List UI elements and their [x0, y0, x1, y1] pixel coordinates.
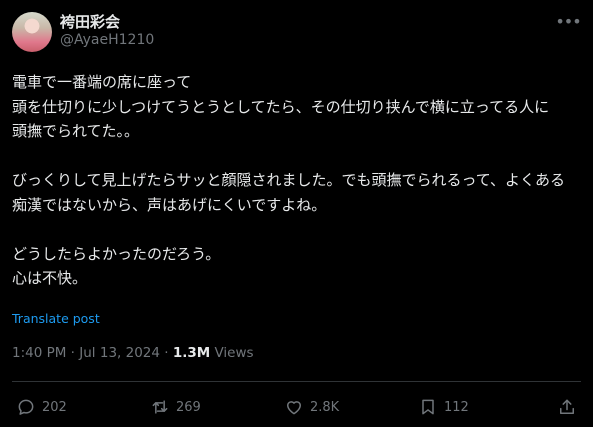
- heart-icon: [287, 401, 301, 415]
- repost-icon: [152, 400, 168, 414]
- display-name[interactable]: 袴田彩会: [60, 11, 120, 32]
- divider: [12, 381, 581, 382]
- reply-icon: [18, 399, 34, 415]
- repost-button[interactable]: 269: [150, 393, 201, 421]
- share-button[interactable]: [557, 393, 577, 421]
- like-button[interactable]: 2.8K: [284, 393, 339, 421]
- tweet-timestamp[interactable]: 1:40 PM · Jul 13, 2024: [12, 345, 160, 361]
- action-bar: 202 269 2.8K 112: [12, 393, 581, 421]
- meta-separator: ·: [159, 345, 173, 361]
- tweet-text: 電車で一番端の席に座って 頭を仕切りに少しつけてうとうとしてたら、その仕切り挟ん…: [12, 73, 566, 287]
- reply-count: 202: [42, 399, 67, 415]
- bookmark-button[interactable]: 112: [418, 393, 469, 421]
- views-count[interactable]: 1.3M: [173, 345, 210, 361]
- bookmark-count: 112: [444, 399, 469, 415]
- bookmark-icon: [422, 399, 434, 415]
- translate-post-link[interactable]: Translate post: [12, 311, 100, 326]
- more-button[interactable]: •••: [555, 10, 581, 32]
- like-count: 2.8K: [310, 399, 340, 415]
- reply-button[interactable]: 202: [16, 393, 67, 421]
- share-icon: [560, 399, 574, 414]
- repost-count: 269: [176, 399, 201, 415]
- views-label: Views: [210, 345, 254, 361]
- tweet-meta: 1:40 PM · Jul 13, 2024 · 1.3M Views: [12, 345, 254, 361]
- avatar[interactable]: [12, 12, 52, 52]
- more-icon: •••: [555, 11, 581, 31]
- user-handle[interactable]: @AyaeH1210: [60, 32, 154, 48]
